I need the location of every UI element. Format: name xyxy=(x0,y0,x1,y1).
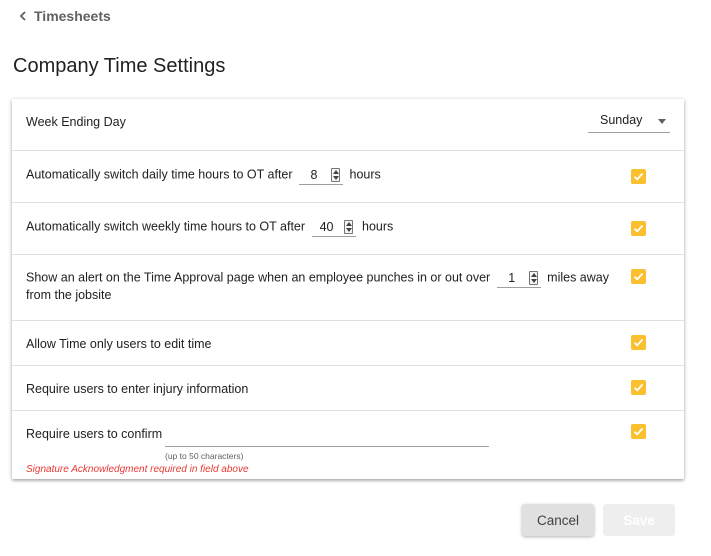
chevron-left-icon xyxy=(19,11,26,21)
week-ending-select[interactable]: Sunday xyxy=(588,111,670,133)
spinner-icon[interactable] xyxy=(343,220,353,234)
check-icon xyxy=(633,338,644,347)
punch-alert-input[interactable]: 1 xyxy=(496,268,541,288)
time-only-edit-checkbox[interactable] xyxy=(631,335,646,350)
injury-info-row: Require users to enter injury informatio… xyxy=(12,366,684,411)
punch-alert-suffix: miles away xyxy=(547,270,609,285)
daily-ot-suffix: hours xyxy=(349,167,381,182)
weekly-ot-input[interactable]: 40 xyxy=(311,217,356,237)
check-icon xyxy=(633,272,644,281)
week-ending-label: Week Ending Day xyxy=(26,115,126,129)
confirm-checkbox[interactable] xyxy=(631,424,646,439)
punch-alert-checkbox[interactable] xyxy=(631,269,646,284)
cancel-button[interactable]: Cancel xyxy=(522,504,594,536)
check-icon xyxy=(633,224,644,233)
injury-info-label: Require users to enter injury informatio… xyxy=(26,382,249,396)
back-label: Timesheets xyxy=(34,8,111,24)
injury-info-checkbox[interactable] xyxy=(631,380,646,395)
check-icon xyxy=(633,427,644,436)
time-only-edit-label: Allow Time only users to edit time xyxy=(26,337,212,351)
punch-alert-line2: from the jobsite xyxy=(26,288,112,302)
daily-ot-checkbox[interactable] xyxy=(631,169,646,184)
save-button[interactable]: Save xyxy=(603,504,675,536)
confirm-text-input[interactable] xyxy=(165,431,489,447)
check-icon xyxy=(633,383,644,392)
settings-card: Week Ending Day Sunday Automatically swi… xyxy=(12,99,684,479)
weekly-ot-label: Automatically switch weekly time hours t… xyxy=(26,217,393,237)
weekly-ot-value: 40 xyxy=(319,220,334,234)
page-title: Company Time Settings xyxy=(13,55,226,77)
confirm-error: Signature Acknowledgment required in fie… xyxy=(26,464,249,475)
daily-ot-label: Automatically switch daily time hours to… xyxy=(26,165,381,185)
back-to-timesheets-link[interactable]: Timesheets xyxy=(18,8,111,24)
daily-ot-row: Automatically switch daily time hours to… xyxy=(12,151,684,203)
daily-ot-value: 8 xyxy=(310,168,318,182)
spinner-icon[interactable] xyxy=(528,271,538,285)
confirm-hint: (up to 50 characters) xyxy=(165,451,244,461)
punch-alert-value: 1 xyxy=(508,271,516,285)
daily-ot-input[interactable]: 8 xyxy=(299,165,344,185)
check-icon xyxy=(633,172,644,181)
weekly-ot-prefix: Automatically switch weekly time hours t… xyxy=(26,219,306,234)
week-ending-row: Week Ending Day Sunday xyxy=(12,99,684,151)
caret-down-icon xyxy=(658,119,666,124)
time-only-edit-row: Allow Time only users to edit time xyxy=(12,321,684,366)
punch-alert-label: Show an alert on the Time Approval page … xyxy=(26,268,609,288)
confirm-row: Require users to confirm (up to 50 chara… xyxy=(12,411,684,479)
confirm-label: Require users to confirm xyxy=(26,427,163,441)
weekly-ot-checkbox[interactable] xyxy=(631,221,646,236)
weekly-ot-row: Automatically switch weekly time hours t… xyxy=(12,203,684,255)
spinner-icon[interactable] xyxy=(331,168,341,182)
week-ending-value: Sunday xyxy=(600,113,643,127)
daily-ot-prefix: Automatically switch daily time hours to… xyxy=(26,167,293,182)
punch-alert-row: Show an alert on the Time Approval page … xyxy=(12,255,684,321)
weekly-ot-suffix: hours xyxy=(362,219,394,234)
punch-alert-prefix: Show an alert on the Time Approval page … xyxy=(26,270,491,285)
